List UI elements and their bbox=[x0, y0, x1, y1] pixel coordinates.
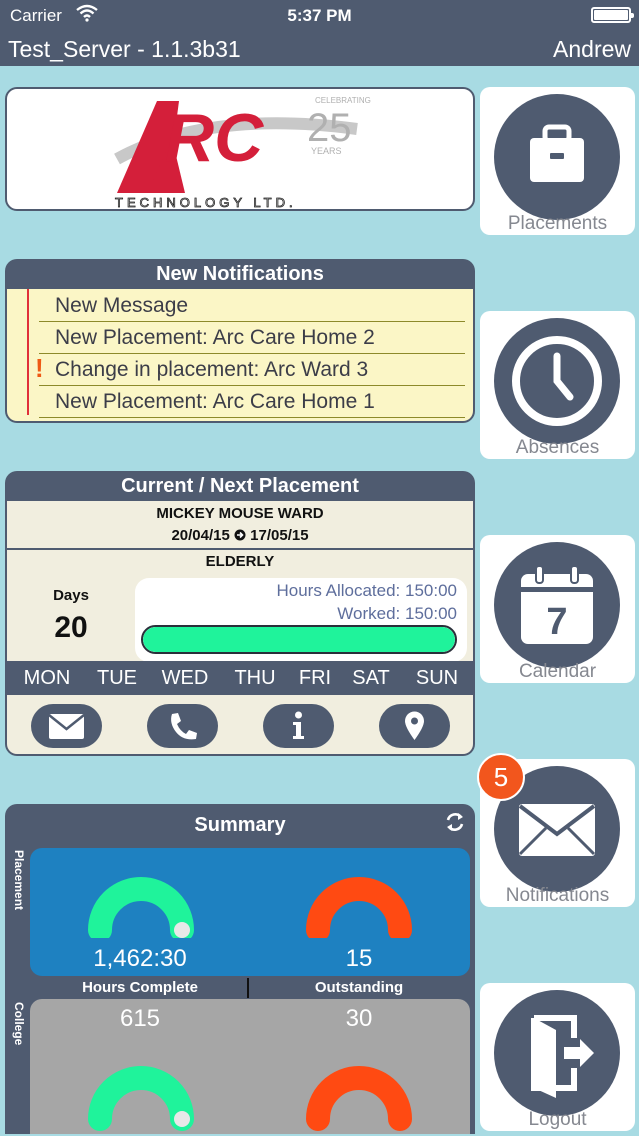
weekday-bar: MON TUE WED THU FRI SAT SUN bbox=[7, 661, 473, 695]
notifications-list: New Message New Placement: Arc Care Home… bbox=[7, 289, 473, 421]
placement-type: ELDERLY bbox=[205, 553, 275, 570]
weekday-sun[interactable]: SUN bbox=[407, 667, 467, 690]
new-notifications-panel: New Notifications New Message New Placem… bbox=[5, 259, 475, 423]
calendar-icon: 7 bbox=[521, 565, 593, 644]
status-bar: Carrier 5:37 PM bbox=[0, 0, 639, 32]
phone-icon bbox=[171, 713, 197, 740]
info-icon bbox=[293, 711, 304, 739]
days-label: Days bbox=[53, 587, 89, 604]
college-summary-box: 615 30 bbox=[30, 999, 470, 1134]
briefcase-icon bbox=[530, 124, 584, 182]
arrow-right-icon bbox=[234, 529, 246, 541]
progress-fill bbox=[143, 627, 455, 652]
placements-label: Placements bbox=[507, 213, 608, 234]
hours-box: Hours Allocated: 150:00 Worked: 150:00 bbox=[135, 578, 467, 662]
email-button[interactable] bbox=[31, 704, 102, 748]
top-bar: Carrier 5:37 PM Test_Server - 1.1.3b31 A… bbox=[0, 0, 639, 66]
divider bbox=[7, 548, 473, 550]
hours-allocated: Hours Allocated: 150:00 bbox=[276, 581, 457, 600]
calendar-tile[interactable]: 7 Calendar bbox=[480, 535, 635, 683]
logout-icon bbox=[531, 1015, 594, 1098]
server-version: Test_Server - 1.1.3b31 bbox=[8, 36, 241, 62]
placement-dates: 20/04/15 17/05/15 bbox=[7, 527, 473, 544]
info-button[interactable] bbox=[263, 704, 334, 748]
refresh-icon[interactable] bbox=[443, 810, 467, 834]
notification-item[interactable]: New Placement: Arc Care Home 1 bbox=[39, 387, 465, 418]
weekday-thu[interactable]: THU bbox=[225, 667, 285, 690]
placement-hours-gauge bbox=[88, 877, 194, 938]
notifications-label: Notifications bbox=[505, 885, 610, 906]
placements-button[interactable] bbox=[494, 94, 620, 220]
summary-panel: Summary Placement College 1,462:30 15 Ho… bbox=[5, 804, 475, 1134]
notification-item[interactable]: Change in placement: Arc Ward 3 bbox=[39, 355, 465, 386]
hours-complete-label: Hours Complete bbox=[82, 979, 198, 996]
current-placement-panel: Current / Next Placement MICKEY MOUSE WA… bbox=[5, 471, 475, 756]
mail-icon bbox=[48, 714, 85, 739]
divider bbox=[247, 978, 249, 998]
svg-text:YEARS: YEARS bbox=[311, 146, 342, 156]
logout-button[interactable] bbox=[494, 990, 620, 1116]
battery-icon bbox=[591, 7, 634, 23]
notification-item[interactable]: New Message bbox=[39, 291, 465, 322]
weekday-mon[interactable]: MON bbox=[17, 667, 77, 690]
margin-line bbox=[27, 289, 29, 415]
absences-label: Absences bbox=[515, 437, 600, 458]
placement-outstanding-gauge bbox=[306, 877, 412, 938]
panel-title: Current / Next Placement bbox=[121, 475, 359, 497]
logout-tile[interactable]: Logout bbox=[480, 983, 635, 1131]
notification-item[interactable]: New Placement: Arc Care Home 2 bbox=[39, 323, 465, 354]
panel-title: New Notifications bbox=[156, 263, 324, 285]
svg-text:RC: RC bbox=[165, 100, 264, 176]
svg-text:TECHNOLOGY LTD.: TECHNOLOGY LTD. bbox=[115, 195, 297, 209]
ward-name: MICKEY MOUSE WARD bbox=[156, 505, 324, 522]
location-button[interactable] bbox=[379, 704, 450, 748]
absences-button[interactable] bbox=[494, 318, 620, 444]
arc-logo-image: RC 25 CELEBRATING YEARS TECHNOLOGY LTD. bbox=[114, 96, 371, 209]
company-logo: RC 25 CELEBRATING YEARS TECHNOLOGY LTD. bbox=[5, 87, 475, 211]
hours-worked: Worked: 150:00 bbox=[337, 604, 457, 623]
college-side-label: College bbox=[12, 1002, 26, 1046]
weekday-fri[interactable]: FRI bbox=[285, 667, 345, 690]
placement-summary-box: 1,462:30 15 bbox=[30, 848, 470, 976]
clock-icon bbox=[512, 336, 602, 426]
placement-hours-value: 1,462:30 bbox=[93, 945, 187, 972]
placement-side-label: Placement bbox=[12, 850, 26, 911]
calendar-button[interactable]: 7 bbox=[494, 542, 620, 668]
date-from: 20/04/15 bbox=[171, 527, 230, 544]
college-hours-value: 615 bbox=[119, 1005, 161, 1032]
placements-tile[interactable]: Placements bbox=[480, 87, 635, 235]
date-to: 17/05/15 bbox=[250, 527, 309, 544]
call-button[interactable] bbox=[147, 704, 218, 748]
hours-progress-bar bbox=[141, 625, 457, 654]
weekday-wed[interactable]: WED bbox=[155, 667, 215, 690]
placement-outstanding-value: 15 bbox=[345, 945, 373, 972]
user-name: Andrew bbox=[553, 36, 631, 62]
college-outstanding-gauge bbox=[306, 1066, 412, 1131]
weekday-sat[interactable]: SAT bbox=[341, 667, 401, 690]
title-bar: Test_Server - 1.1.3b31 Andrew bbox=[0, 34, 639, 66]
svg-text:25: 25 bbox=[307, 106, 352, 150]
alert-flag-icon: ! bbox=[35, 353, 44, 383]
notification-count-badge: 5 bbox=[477, 753, 525, 801]
calendar-label: Calendar bbox=[518, 661, 597, 682]
panel-title: Summary bbox=[194, 814, 286, 836]
college-hours-gauge bbox=[88, 1066, 194, 1131]
svg-text:7: 7 bbox=[546, 601, 567, 643]
absences-tile[interactable]: Absences bbox=[480, 311, 635, 459]
location-icon bbox=[405, 711, 424, 740]
days-value: 20 bbox=[54, 611, 88, 644]
svg-text:CELEBRATING: CELEBRATING bbox=[315, 96, 371, 105]
weekday-tue[interactable]: TUE bbox=[87, 667, 147, 690]
college-outstanding-value: 30 bbox=[345, 1005, 373, 1032]
logout-label: Logout bbox=[528, 1109, 587, 1130]
outstanding-label: Outstanding bbox=[314, 979, 404, 996]
clock-time: 5:37 PM bbox=[287, 6, 352, 25]
placement-body: MICKEY MOUSE WARD 20/04/15 17/05/15 ELDE… bbox=[7, 501, 473, 754]
